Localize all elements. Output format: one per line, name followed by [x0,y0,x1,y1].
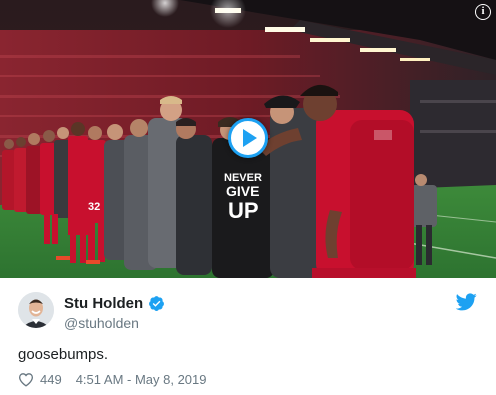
author-name[interactable]: Stu Holden [64,295,165,312]
twitter-bird-icon[interactable] [456,293,477,311]
info-icon[interactable]: i [475,4,491,20]
like-count: 449 [40,371,62,387]
tweet-timestamp[interactable]: 4:51 AM - May 8, 2019 [76,372,207,387]
heart-icon [18,372,34,387]
shirt-text-line3: UP [228,198,259,223]
like-button[interactable]: 449 [18,372,62,387]
video-player[interactable]: 32 NEVER GIVE UP i [0,0,496,278]
author-handle[interactable]: @stuholden [64,315,139,331]
verified-badge-icon [149,296,165,311]
play-icon [243,129,257,147]
tweet-meta: 449 4:51 AM - May 8, 2019 [18,370,207,388]
tweet-text: goosebumps. [18,346,109,363]
avatar[interactable] [18,292,54,328]
shirt-text-line2: GIVE [226,183,259,199]
author-name-label: Stu Holden [64,295,144,312]
tweet-embed: 32 NEVER GIVE UP i Stu Holden @stuholden… [0,0,496,395]
play-button[interactable] [228,118,268,158]
tweet-body: Stu Holden @stuholden goosebumps. 449 4:… [0,278,496,395]
avatar-photo [18,292,54,328]
shirt-number: 32 [88,201,100,213]
